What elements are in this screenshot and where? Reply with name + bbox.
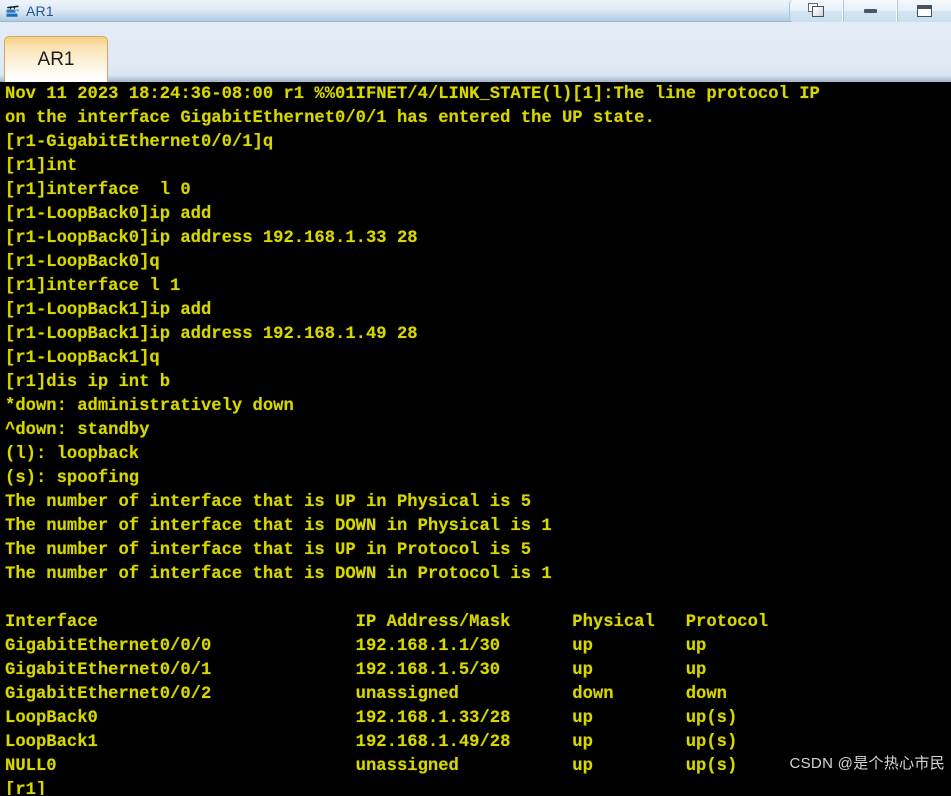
terminal-line: [r1-GigabitEthernet0/0/1]q [5, 133, 274, 152]
tab-strip: AR1 [0, 22, 951, 82]
terminal-line: [r1-LoopBack1]q [5, 349, 160, 368]
emulator-window: AR1 AR1 Nov 11 2023 18:24:36-08:00 r1 %%… [0, 0, 951, 796]
terminal-line: GigabitEthernet0/0/0 192.168.1.1/30 up u… [5, 637, 707, 656]
terminal-line: The number of interface that is UP in Pr… [5, 541, 532, 560]
terminal-console[interactable]: Nov 11 2023 18:24:36-08:00 r1 %%01IFNET/… [0, 82, 951, 795]
restore-button[interactable] [789, 0, 843, 22]
terminal-line: [r1-LoopBack0]q [5, 253, 160, 272]
terminal-line: [r1-LoopBack0]ip address 192.168.1.33 28 [5, 229, 418, 248]
terminal-line: [r1]dis ip int b [5, 373, 171, 392]
restore-icon [807, 3, 825, 18]
maximize-icon [917, 4, 932, 17]
terminal-line: LoopBack1 192.168.1.49/28 up up(s) [5, 733, 738, 752]
terminal-line: (l): loopback [5, 445, 140, 464]
terminal-line: Nov 11 2023 18:24:36-08:00 r1 %%01IFNET/… [5, 85, 820, 104]
terminal-line: [r1-LoopBack0]ip add [5, 205, 212, 224]
terminal-line: [r1]interface l 1 [5, 277, 181, 296]
terminal-line: *down: administratively down [5, 397, 294, 416]
terminal-line: NULL0 unassigned up up(s) [5, 757, 738, 776]
terminal-line: GigabitEthernet0/0/2 unassigned down dow… [5, 685, 727, 704]
tab-label: AR1 [37, 48, 75, 70]
terminal-line: [r1-LoopBack1]ip add [5, 301, 212, 320]
terminal-line: LoopBack0 192.168.1.33/28 up up(s) [5, 709, 738, 728]
terminal-line: on the interface GigabitEthernet0/0/1 ha… [5, 109, 655, 128]
terminal-line: [r1] [5, 781, 47, 795]
terminal-line: GigabitEthernet0/0/1 192.168.1.5/30 up u… [5, 661, 707, 680]
router-icon [6, 5, 20, 17]
terminal-line: The number of interface that is DOWN in … [5, 565, 552, 584]
terminal-line: Interface IP Address/Mask Physical Proto… [5, 613, 769, 632]
terminal-line: (s): spoofing [5, 469, 140, 488]
terminal-line: [r1]int [5, 157, 78, 176]
minimize-button[interactable] [843, 0, 897, 22]
minimize-icon [863, 8, 877, 13]
terminal-line: The number of interface that is DOWN in … [5, 517, 552, 536]
terminal-line: [r1]interface l 0 [5, 181, 191, 200]
tab-ar1[interactable]: AR1 [4, 36, 108, 82]
terminal-line: The number of interface that is UP in Ph… [5, 493, 532, 512]
window-title: AR1 [26, 2, 54, 19]
tab-strip-empty-area [107, 39, 951, 82]
terminal-line: ^down: standby [5, 421, 150, 440]
terminal-output: Nov 11 2023 18:24:36-08:00 r1 %%01IFNET/… [5, 83, 951, 795]
title-bar: AR1 [0, 0, 951, 22]
window-controls [789, 0, 951, 22]
maximize-button[interactable] [897, 0, 951, 22]
terminal-line: [r1-LoopBack1]ip address 192.168.1.49 28 [5, 325, 418, 344]
